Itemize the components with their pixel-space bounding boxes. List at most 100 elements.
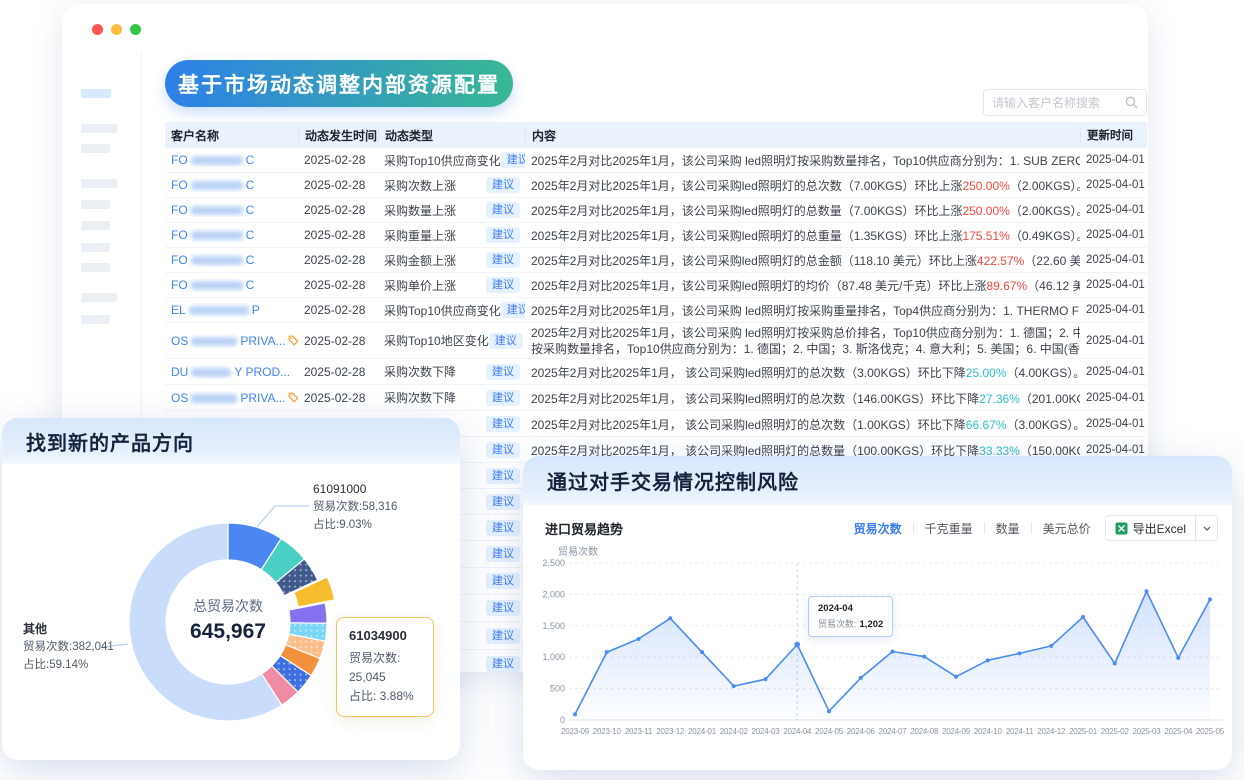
table-row[interactable]: FOC2025-02-28采购重量上涨建议2025年2月对比2025年1月，该公…	[165, 223, 1147, 248]
close-window-button[interactable]	[92, 24, 103, 35]
x-tick-label: 2024-08	[910, 727, 939, 736]
suggest-badge: 建议	[486, 202, 520, 218]
data-point[interactable]	[827, 709, 831, 713]
sidebar-placeholder-item[interactable]	[81, 293, 117, 302]
sidebar-placeholder-item[interactable]	[81, 124, 117, 133]
minimize-window-button[interactable]	[111, 24, 122, 35]
data-point[interactable]	[1081, 615, 1085, 619]
data-point[interactable]	[986, 658, 990, 662]
data-point[interactable]	[1113, 661, 1117, 665]
sidebar-placeholder-item[interactable]	[81, 200, 110, 209]
dynamic-content: 2025年2月对比2025年1月，该公司采购led照明灯的总金额（118.10 …	[525, 252, 1080, 268]
event-date: 2025-02-28	[298, 203, 378, 217]
update-date: 2025-04-01	[1080, 254, 1147, 266]
customer-name-link[interactable]: OSPRIVA...	[171, 391, 285, 405]
suggest-badge: 建议	[486, 600, 520, 616]
data-point[interactable]	[732, 684, 736, 688]
column-header: 动态类型	[378, 127, 525, 143]
x-tick-label: 2024-05	[815, 727, 844, 736]
data-point[interactable]	[859, 676, 863, 680]
suggest-badge: 建议	[486, 177, 520, 193]
data-point[interactable]	[794, 642, 800, 648]
data-point[interactable]	[1018, 651, 1022, 655]
data-point[interactable]	[700, 650, 704, 654]
x-tick-label: 2023-10	[593, 727, 622, 736]
dynamic-type: 采购Top10供应商变化	[384, 302, 501, 319]
sidebar-placeholder-item[interactable]	[81, 89, 111, 98]
x-tick-label: 2024-02	[720, 727, 749, 736]
suggest-badge: 建议	[486, 416, 520, 432]
x-tick-label: 2025-03	[1133, 727, 1162, 736]
table-row[interactable]: FOC2025-02-28采购金额上涨建议2025年2月对比2025年1月，该公…	[165, 248, 1147, 273]
customer-name-link[interactable]: ELP	[171, 303, 260, 317]
dynamic-type: 采购数量上涨	[384, 202, 456, 219]
data-point[interactable]	[922, 655, 926, 659]
data-point[interactable]	[1049, 644, 1053, 648]
sidebar-placeholder-item[interactable]	[81, 263, 110, 272]
customer-name-link[interactable]: DUY PROD...	[171, 365, 290, 379]
sidebar-placeholder-item[interactable]	[81, 315, 110, 324]
table-row[interactable]: FOC2025-02-28采购单价上涨建议2025年2月对比2025年1月，该公…	[165, 273, 1147, 298]
window-controls	[92, 24, 141, 35]
dynamic-type: 采购次数下降	[384, 363, 456, 380]
zoom-window-button[interactable]	[130, 24, 141, 35]
suggest-badge: 建议	[486, 546, 520, 562]
update-date: 2025-04-01	[1080, 229, 1147, 241]
dynamic-content: 2025年2月对比2025年1月，该公司采购led照明灯的均价（87.48 美元…	[525, 277, 1080, 293]
blurred-name-mask	[191, 206, 243, 215]
dynamic-type: 采购次数上涨	[384, 177, 456, 194]
event-date: 2025-02-28	[298, 178, 378, 192]
sidebar-placeholder-item[interactable]	[81, 179, 117, 188]
data-point[interactable]	[605, 650, 609, 654]
dynamic-type: 采购次数下降	[384, 389, 456, 406]
tag-icon	[288, 335, 298, 346]
x-tick-label: 2024-03	[752, 727, 781, 736]
customer-name-link[interactable]: FOC	[171, 253, 254, 267]
data-point[interactable]	[1145, 589, 1149, 593]
table-row[interactable]: FOC2025-02-28采购数量上涨建议2025年2月对比2025年1月，该公…	[165, 198, 1147, 223]
data-point[interactable]	[1176, 656, 1180, 660]
x-tick-label: 2025-05	[1196, 727, 1225, 736]
data-point[interactable]	[1208, 597, 1212, 601]
customer-name-link[interactable]: FOC	[171, 153, 254, 167]
data-point[interactable]	[891, 650, 895, 654]
table-row[interactable]: FOC2025-02-28采购次数上涨建议2025年2月对比2025年1月，该公…	[165, 173, 1147, 198]
customer-name-link[interactable]: OSPRIVA...	[171, 334, 285, 348]
customer-name-link[interactable]: FOC	[171, 203, 254, 217]
blurred-name-mask	[191, 156, 243, 165]
column-header: 内容	[525, 127, 1080, 143]
table-row[interactable]: OSPRIVA...2025-02-28采购次数下降建议2025年2月对比202…	[165, 385, 1147, 411]
data-point[interactable]	[764, 677, 768, 681]
suggest-badge: 建议	[486, 227, 520, 243]
table-row[interactable]: OSPRIVA...2025-02-28采购Top10地区变化建议2025年2月…	[165, 323, 1147, 359]
table-row[interactable]: ELP2025-02-28采购Top10供应商变化建议2025年2月对比2025…	[165, 298, 1147, 323]
event-date: 2025-02-28	[298, 278, 378, 292]
customer-name-link[interactable]: FOC	[171, 178, 254, 192]
data-point[interactable]	[573, 712, 577, 716]
tag-icon	[288, 392, 298, 403]
blurred-name-mask	[189, 306, 249, 315]
customer-name-link[interactable]: FOC	[171, 278, 254, 292]
data-point[interactable]	[637, 637, 641, 641]
sidebar-placeholder-item[interactable]	[81, 243, 110, 252]
update-date: 2025-04-01	[1080, 154, 1147, 166]
dynamic-content: 2025年2月对比2025年1月，该公司采购 led照明灯按采购数量排名，Top…	[525, 152, 1080, 168]
search-input[interactable]: 请输入客户名称搜索	[983, 89, 1147, 116]
update-date: 2025-04-01	[1080, 366, 1147, 378]
table-row[interactable]: DUY PROD...2025-02-28采购次数下降建议2025年2月对比20…	[165, 359, 1147, 385]
data-point[interactable]	[668, 616, 672, 620]
callout-line	[257, 506, 309, 527]
x-tick-label: 2024-06	[847, 727, 876, 736]
customer-name-link[interactable]: FOC	[171, 228, 254, 242]
product-direction-card: 找到新的产品方向 总贸易次数 645,967 61091000 贸易次数:58,…	[2, 418, 460, 760]
blurred-name-mask	[191, 181, 243, 190]
update-date: 2025-04-01	[1080, 279, 1147, 291]
suggest-badge: 建议	[486, 252, 520, 268]
suggest-badge: 建议	[501, 152, 525, 168]
sidebar-placeholder-item[interactable]	[81, 221, 110, 230]
card-header: 找到新的产品方向	[2, 418, 460, 464]
sidebar-placeholder-item[interactable]	[81, 144, 110, 153]
dynamic-type: 采购Top10地区变化	[384, 332, 489, 349]
table-row[interactable]: FOC2025-02-28采购Top10供应商变化建议2025年2月对比2025…	[165, 148, 1147, 173]
data-point[interactable]	[954, 675, 958, 679]
